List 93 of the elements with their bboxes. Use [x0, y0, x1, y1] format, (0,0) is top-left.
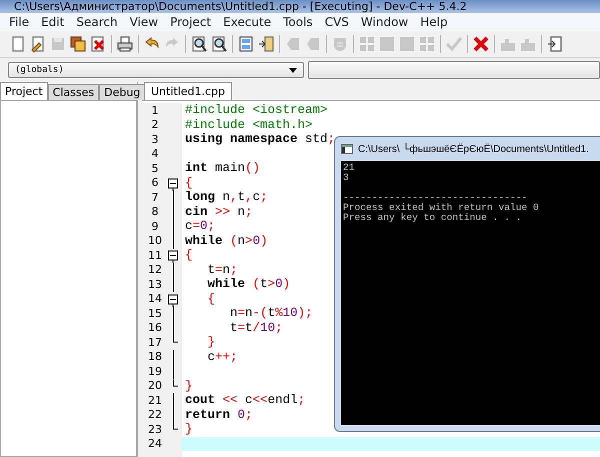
line-number: 10 — [147, 234, 163, 248]
menu-item[interactable]: Execute — [217, 14, 278, 30]
line-number: 15 — [147, 306, 163, 320]
page-cross-icon — [89, 35, 107, 53]
shield-icon — [331, 35, 349, 53]
code-line: t=t/10; — [229, 320, 283, 334]
fold-end-icon — [172, 378, 178, 386]
square-icon — [378, 35, 396, 53]
menu-item[interactable]: File — [3, 14, 36, 30]
line-number: 20 — [147, 379, 163, 392]
panel-tab[interactable]: Debug — [99, 84, 146, 100]
line-number: 4 — [150, 147, 160, 160]
file-tab[interactable]: Untitled1.cpp — [144, 82, 232, 100]
fold-toggle-icon[interactable] — [168, 248, 178, 263]
code-line: { — [185, 248, 193, 262]
output-line: Process exited with return value 0 — [343, 203, 540, 213]
menu-item[interactable]: Window — [354, 14, 414, 30]
separator-line: -------------------------------- — [343, 193, 528, 203]
panel-tab[interactable]: Classes — [48, 84, 100, 100]
fold-end-icon — [172, 422, 178, 430]
line-number: 2 — [150, 118, 160, 132]
console-icon — [341, 144, 353, 154]
menu-item[interactable]: Tools — [277, 14, 319, 30]
panels-icon — [237, 35, 255, 53]
code-line: } — [185, 422, 193, 436]
line-number: 13 — [147, 278, 163, 291]
code-line: cin >> n; — [185, 204, 253, 218]
code-line: long n,t,c; — [185, 190, 268, 204]
fold-end-icon — [172, 335, 178, 343]
output-line: 3 — [343, 173, 350, 183]
line-number: 8 — [150, 205, 160, 218]
search-icon — [210, 35, 228, 53]
code-line: using namespace std; — [185, 132, 336, 146]
code-line: while (t>0) — [206, 277, 290, 291]
code-line: } — [185, 378, 193, 392]
grid-icon — [358, 35, 376, 53]
menu-item[interactable]: Project — [164, 14, 218, 30]
code-line: #include <iostream> — [185, 103, 328, 117]
code-line: return 0; — [185, 408, 253, 422]
line-number: 6 — [150, 176, 160, 190]
square-icon — [398, 35, 416, 53]
search-icon — [190, 35, 208, 53]
line-number: 12 — [147, 263, 163, 276]
menu-item[interactable]: View — [124, 14, 164, 30]
output-line: Press any key to continue . . . — [343, 213, 522, 223]
menu-item[interactable]: Edit — [35, 14, 70, 30]
line-number: 1 — [150, 104, 160, 117]
line-number: 14 — [147, 292, 163, 306]
page-arrow-icon — [546, 35, 564, 53]
code-line: c++; — [206, 350, 238, 364]
output-line: 21 — [343, 163, 356, 173]
code-line: } — [206, 335, 216, 349]
code-line: while (n>0) — [185, 234, 268, 248]
fold-toggle-icon[interactable] — [168, 292, 178, 306]
line-number: 18 — [147, 350, 163, 364]
code-line: c=0; — [185, 219, 216, 233]
menu-item[interactable]: CVS — [318, 14, 355, 30]
line-number: 22 — [147, 408, 163, 422]
disks-icon — [69, 35, 87, 53]
grid-icon — [418, 35, 436, 53]
line-number: 23 — [147, 422, 163, 436]
code-line: { — [185, 176, 193, 190]
line-number: 9 — [150, 220, 160, 233]
menu-item[interactable]: Search — [70, 14, 124, 30]
panel-arrow-icon — [257, 35, 275, 53]
tag-icon — [304, 35, 322, 53]
window-title: C:\Users\Администратор\Documents\Untitled1.cpp - [Executing] - Dev-C++ 5.4.2 — [0, 0, 600, 13]
line-number: 5 — [150, 162, 160, 175]
line-number: 24 — [147, 437, 163, 450]
line-number: 21 — [147, 394, 163, 407]
code-line: t=n; — [206, 262, 238, 276]
code-line: { — [206, 292, 216, 306]
function-dropdown[interactable] — [308, 61, 600, 79]
scope-dropdown[interactable]: (globals) — [8, 62, 304, 78]
fold-toggle-icon[interactable] — [168, 176, 178, 190]
check-icon — [445, 35, 463, 53]
line-number: 11 — [147, 248, 163, 262]
line-number: 17 — [147, 336, 163, 349]
code-line: n=n-(t%10); — [229, 306, 313, 320]
console-title: C:\Users\ └фьшэшёЄЁрЄюЁ\Documents\Untitled1. — [358, 144, 589, 154]
line-number: 16 — [147, 321, 163, 334]
stop-cross-icon — [472, 35, 490, 53]
line-number: 7 — [150, 190, 160, 204]
code-line: #include <math.h> — [185, 118, 313, 132]
menu-item[interactable]: Help — [414, 14, 454, 30]
line-number: 19 — [147, 364, 163, 378]
line-number: 3 — [150, 132, 160, 146]
code-line: int main() — [185, 161, 260, 175]
tag-icon — [284, 35, 302, 53]
printer-icon — [116, 35, 134, 53]
caret-icon — [289, 68, 297, 72]
panel-tab[interactable]: Project — [0, 82, 48, 100]
code-line: cout << c<<endl; — [185, 393, 306, 407]
